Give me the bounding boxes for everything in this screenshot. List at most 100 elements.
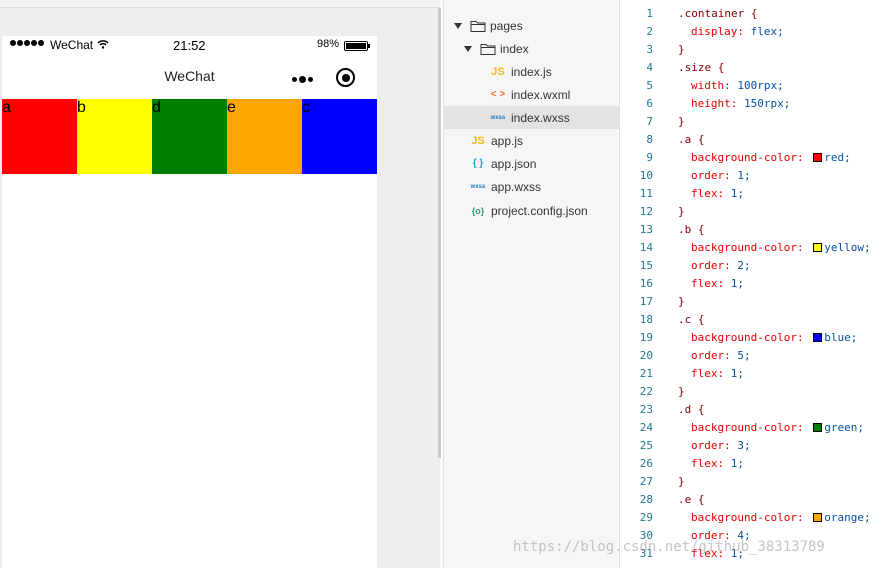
tree-item-index-js[interactable]: JS index.js (444, 60, 619, 83)
css-property: background-color: (691, 511, 804, 524)
css-value: 1; (730, 367, 744, 380)
code-line: 3} (620, 41, 895, 59)
tree-item-label: project.config.json (491, 203, 588, 218)
css-property: width: (691, 79, 731, 92)
simulator-scrollbar[interactable] (438, 8, 441, 458)
code-line: 29 background-color: orange; (620, 509, 895, 527)
code-line: 19 background-color: blue; (620, 329, 895, 347)
line-number: 17 (639, 295, 653, 308)
js-file-icon: JS (491, 65, 505, 78)
line-number: 8 (646, 133, 653, 146)
phone-screen: WeChat 21:52 98% WeChat abdec (2, 36, 377, 568)
css-property: background-color: (691, 421, 804, 434)
css-value: 1; (730, 457, 744, 470)
line-number: 11 (639, 187, 653, 200)
json-file-icon: { } (472, 158, 484, 169)
battery-percent: 98% (317, 38, 340, 50)
tree-item-project-config-json[interactable]: {o} project.config.json (444, 199, 619, 222)
flex-box-d: d (152, 99, 227, 174)
line-number: 3 (646, 43, 653, 56)
line-number: 7 (646, 115, 653, 128)
line-number: 27 (639, 475, 653, 488)
code-text: background-color: green; (691, 419, 864, 437)
nav-title: WeChat (164, 68, 215, 84)
nav-bar: WeChat (2, 56, 377, 99)
chevron-down-icon[interactable] (454, 22, 462, 29)
color-swatch[interactable] (813, 243, 823, 252)
css-selector: } (678, 475, 685, 488)
code-line: 16 flex: 1; (620, 275, 895, 293)
css-value: 150rpx; (743, 97, 791, 110)
code-line: 23 .d { (620, 401, 895, 419)
code-line: 12} (620, 203, 895, 221)
line-number: 6 (646, 97, 653, 110)
file-explorer: pages index JS index.js < > index.wxml wxss ind… (443, 0, 619, 568)
line-number: 21 (639, 367, 653, 380)
flex-container: abdec (2, 99, 377, 174)
wxml-file-icon: < > (490, 89, 506, 100)
line-number: 24 (639, 421, 653, 434)
code-line: 13 .b { (620, 221, 895, 239)
code-line: 26 flex: 1; (620, 455, 895, 473)
chevron-down-icon[interactable] (464, 45, 472, 52)
line-number: 23 (639, 403, 653, 416)
code-line: 10 order: 1; (620, 167, 895, 185)
color-swatch[interactable] (813, 513, 823, 522)
css-property: background-color: (691, 241, 804, 254)
line-number: 25 (639, 439, 653, 452)
code-editor[interactable]: 1 .container {2 display: flex; 3} 4 .size {5 w… (619, 0, 895, 568)
css-property: background-color: (691, 151, 804, 164)
css-value: 100rpx; (737, 79, 784, 92)
line-number: 5 (646, 79, 653, 92)
code-text: .b { (678, 221, 705, 239)
line-number: 28 (639, 493, 653, 506)
code-line: 1 .container { (620, 5, 895, 23)
code-text: background-color: red; (691, 149, 851, 167)
line-number: 1 (646, 7, 653, 20)
line-number: 2 (646, 25, 653, 38)
config-file-icon: {o} (471, 205, 485, 216)
line-number: 14 (639, 241, 653, 254)
status-bar: WeChat 21:52 98% (2, 36, 377, 56)
code-text: .c { (678, 311, 705, 329)
code-line: 6 height: 150rpx; (620, 95, 895, 113)
line-number: 22 (639, 385, 653, 398)
tree-item-pages[interactable]: pages (444, 14, 619, 37)
more-icon[interactable] (292, 76, 313, 83)
flex-box-b: b (77, 99, 152, 174)
color-swatch[interactable] (813, 153, 823, 162)
close-miniprogram-icon[interactable] (336, 68, 355, 87)
code-text: flex: 1; (691, 455, 744, 473)
css-selector: } (678, 205, 685, 218)
tree-item-label: app.json (491, 156, 537, 171)
line-number: 9 (646, 151, 653, 164)
tree-item-label: index.wxss (511, 110, 570, 125)
code-line: 24 background-color: green; (620, 419, 895, 437)
code-line: 2 display: flex; (620, 23, 895, 41)
tree-item-index[interactable]: index (444, 37, 619, 60)
css-value: 5; (737, 349, 751, 362)
code-text: width: 100rpx; (691, 77, 784, 95)
tree-item-app-wxss[interactable]: wxss app.wxss (444, 175, 619, 198)
tree-item-index-wxss[interactable]: wxss index.wxss (444, 106, 619, 129)
tree-item-index-wxml[interactable]: < > index.wxml (444, 83, 619, 106)
code-text: display: flex; (691, 23, 784, 41)
simulator-pane: WeChat 21:52 98% WeChat abdec (0, 0, 441, 568)
line-number: 26 (639, 457, 653, 470)
css-selector: .size { (678, 61, 725, 74)
line-number: 4 (646, 61, 653, 74)
code-text: .e { (678, 491, 705, 509)
tree-item-app-js[interactable]: JS app.js (444, 129, 619, 152)
code-text: order: 1; (691, 167, 751, 185)
color-swatch[interactable] (813, 333, 823, 342)
code-line: 7} (620, 113, 895, 131)
css-value: orange; (824, 511, 871, 524)
tree-item-app-json[interactable]: { } app.json (444, 152, 619, 175)
color-swatch[interactable] (813, 423, 823, 432)
code-text: .container { (678, 5, 757, 23)
code-text: flex: 1; (691, 365, 744, 383)
css-value: 2; (737, 259, 751, 272)
code-text: flex: 1; (691, 275, 744, 293)
css-property: display: (691, 25, 744, 38)
css-property: order: (691, 169, 731, 182)
